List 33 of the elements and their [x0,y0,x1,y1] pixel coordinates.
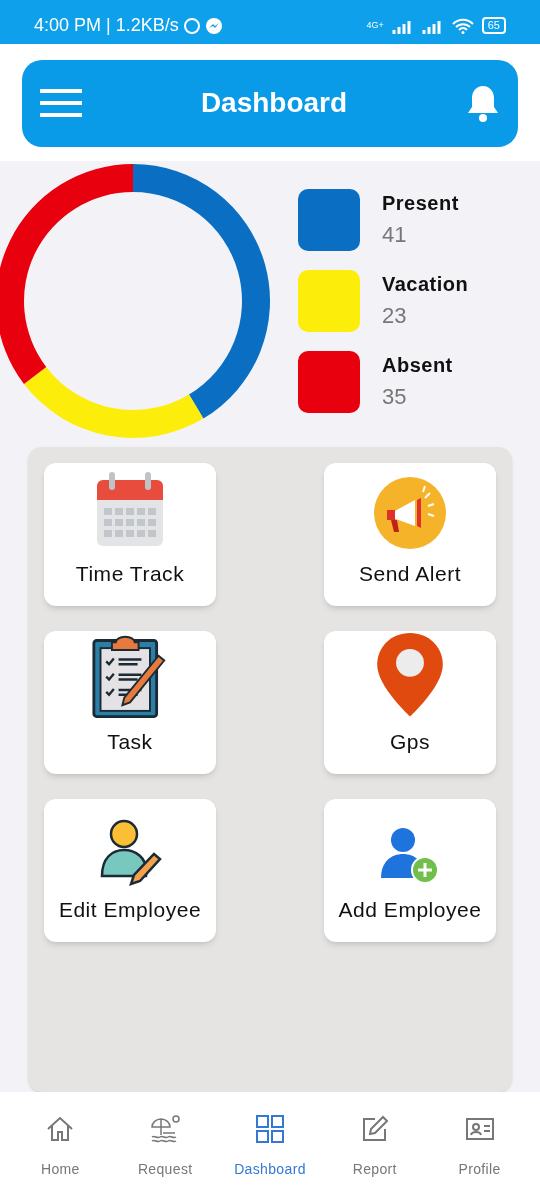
legend-label: Present [382,191,459,217]
nav-item[interactable]: Request [117,1112,214,1180]
action-tile[interactable]: Gps [324,630,496,774]
beach-umbrella-icon [149,1112,182,1145]
nav-item[interactable]: Dashboard [222,1112,318,1180]
network-type: 4G+ [366,21,384,31]
bell-icon [466,83,500,124]
signal-icon [421,18,444,34]
action-tile[interactable]: Task [44,630,216,774]
menu-button[interactable] [40,87,82,120]
nav-item[interactable]: Profile [431,1112,528,1180]
legend-count: 23 [382,302,408,331]
header-title: Dashboard [200,86,348,121]
legend-count: 35 [382,383,408,412]
nav-item[interactable]: Report [326,1112,423,1180]
nav-item[interactable]: Home [12,1112,109,1180]
status-time: 4:00 PM | 1.2KB/s [34,14,179,38]
battery-indicator: 65 [481,17,506,35]
wifi-icon [451,18,474,34]
notification-button[interactable] [466,83,500,124]
action-tile[interactable]: Edit Employee [44,798,216,942]
legend-label: Absent [382,353,453,379]
legend-count: 41 [382,221,408,250]
grid-icon [254,1112,286,1145]
megaphone-icon [373,476,447,551]
action-tile[interactable]: Add Employee [324,798,496,942]
action-tile[interactable]: Send Alert [324,462,496,606]
location-pin-icon [375,630,445,719]
messenger-icon [204,17,223,35]
user-edit-icon [98,818,162,887]
action-tile[interactable]: Time Track [44,462,216,606]
signal-icon [391,18,414,34]
legend-label: Vacation [382,272,469,298]
